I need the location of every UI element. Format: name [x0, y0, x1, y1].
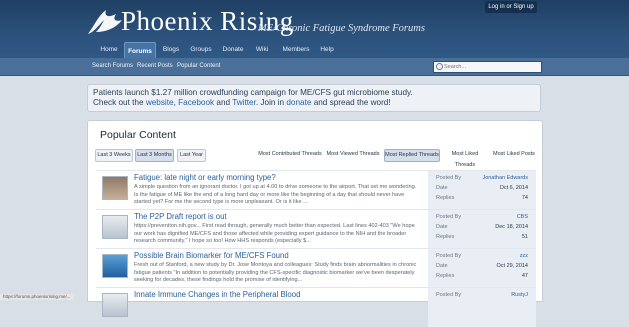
tab-most-contributed-threads[interactable]: Most Contributed Threads	[258, 149, 322, 160]
replies-label: Replies	[436, 273, 455, 279]
filter-last-3-months[interactable]: Last 3 Months	[135, 149, 174, 162]
tab-most-replied-threads[interactable]: Most Replied Threads	[384, 149, 440, 162]
nav-help[interactable]: Help	[316, 41, 338, 58]
filter-last-year[interactable]: Last Year	[177, 149, 206, 162]
table-row: Fatigue: late night or early morning typ…	[96, 170, 536, 210]
post-date: Oct 6, 2014	[499, 185, 528, 191]
filter-last-3-weeks[interactable]: Last 3 Weeks	[95, 149, 133, 162]
post-meta: Posted By zzz Date Oct 29, 2014 Replies …	[428, 249, 536, 288]
popular-content-panel: Popular Content Last 3 Weeks Last 3 Mont…	[87, 120, 543, 327]
post-title-link[interactable]: Innate Immune Changes in the Peripheral …	[134, 290, 300, 299]
post-excerpt: Fresh out of Stanford, a new study by Dr…	[134, 262, 417, 283]
replies-label: Replies	[436, 195, 455, 201]
post-date: Dec 18, 2014	[495, 224, 528, 230]
site-tagline: ME/Chronic Fatigue Syndrome Forums	[258, 23, 425, 34]
post-author-link[interactable]: zzz	[520, 253, 528, 259]
post-author-link[interactable]: Jonathan Edwards	[482, 175, 528, 181]
post-title-link[interactable]: The P2P Draft report is out	[134, 212, 227, 221]
posted-by-label: Posted By	[436, 292, 462, 298]
post-replies-count: 47	[521, 273, 528, 279]
post-author-link[interactable]: CBS	[517, 214, 528, 220]
post-excerpt: https://prevention.nih.gov... First read…	[134, 223, 415, 244]
table-row: Possible Brain Biomarker for ME/CFS Foun…	[96, 248, 536, 288]
post-meta: Posted By CBS Date Dec 18, 2014 Replies …	[428, 210, 536, 249]
notice-and-text: and	[216, 98, 231, 107]
notice-twitter-link[interactable]: Twitter	[232, 98, 256, 107]
subnav-search-forums[interactable]: Search Forums	[92, 58, 133, 75]
tab-most-viewed-threads[interactable]: Most Viewed Threads	[325, 149, 381, 160]
nav-groups[interactable]: Groups	[187, 41, 215, 58]
post-title-link[interactable]: Fatigue: late night or early morning typ…	[134, 173, 276, 182]
notice-check-text: Check out the	[93, 98, 144, 107]
notice-facebook-link[interactable]: Facebook	[178, 98, 214, 107]
post-meta: Posted By Jonathan Edwards Date Oct 6, 2…	[428, 171, 536, 210]
notice-line-1: Patients launch $1.27 million crowdfundi…	[93, 88, 413, 97]
posted-by-label: Posted By	[436, 175, 462, 181]
date-label: Date	[436, 224, 448, 230]
site-header: Phoenix Rising ME/Chronic Fatigue Syndro…	[0, 0, 629, 59]
avatar[interactable]	[102, 215, 128, 239]
subnav-popular-content[interactable]: Popular Content	[177, 58, 220, 75]
page-title: Popular Content	[100, 129, 176, 141]
nav-donate[interactable]: Donate	[219, 41, 247, 58]
tab-most-liked-posts[interactable]: Most Liked Posts	[492, 149, 536, 160]
date-label: Date	[436, 263, 448, 269]
table-row: The P2P Draft report is out https://prev…	[96, 209, 536, 249]
post-excerpt: A simple question from an ignorant docto…	[134, 184, 417, 205]
browser-status-bar: https://forums.phoenixrising.me/...	[0, 294, 74, 300]
notice-line-2: Check out the website, Facebook and Twit…	[93, 98, 391, 107]
posted-by-label: Posted By	[436, 253, 462, 259]
notice-spread-text: and spread the word!	[313, 98, 391, 107]
login-signup-button[interactable]: Log in or Sign up	[485, 1, 537, 13]
date-label: Date	[436, 185, 448, 191]
announcement-notice: Patients launch $1.27 million crowdfundi…	[87, 84, 541, 112]
search-input[interactable]	[444, 62, 538, 72]
avatar[interactable]	[102, 293, 128, 317]
notice-website-link[interactable]: website	[146, 98, 174, 107]
search-box[interactable]	[433, 61, 542, 73]
nav-forums[interactable]: Forums	[124, 42, 156, 59]
table-row: Innate Immune Changes in the Peripheral …	[96, 287, 536, 327]
replies-label: Replies	[436, 234, 455, 240]
post-title-link[interactable]: Possible Brain Biomarker for ME/CFS Foun…	[134, 251, 289, 260]
nav-members[interactable]: Members	[279, 41, 313, 58]
tab-most-liked-threads[interactable]: Most Liked Threads	[441, 149, 489, 168]
posted-by-label: Posted By	[436, 214, 462, 220]
main-nav: Home Forums Blogs Groups Donate Wiki Mem…	[0, 41, 629, 59]
nav-home[interactable]: Home	[96, 41, 122, 58]
post-replies-count: 74	[521, 195, 528, 201]
subnav-recent-posts[interactable]: Recent Posts	[137, 58, 173, 75]
nav-wiki[interactable]: Wiki	[252, 41, 272, 58]
post-replies-count: 51	[521, 234, 528, 240]
notice-join-text: . Join in	[255, 98, 285, 107]
sub-nav: Search Forums Recent Posts Popular Conte…	[0, 58, 629, 76]
post-meta: Posted By RustyJ	[428, 288, 536, 327]
notice-donate-link[interactable]: donate	[286, 98, 311, 107]
avatar[interactable]	[102, 176, 128, 200]
post-author-link[interactable]: RustyJ	[511, 292, 528, 298]
phoenix-logo-icon[interactable]	[86, 4, 124, 40]
post-date: Oct 29, 2014	[496, 263, 529, 269]
avatar[interactable]	[102, 254, 128, 278]
nav-blogs[interactable]: Blogs	[158, 41, 184, 58]
search-icon	[436, 63, 443, 70]
